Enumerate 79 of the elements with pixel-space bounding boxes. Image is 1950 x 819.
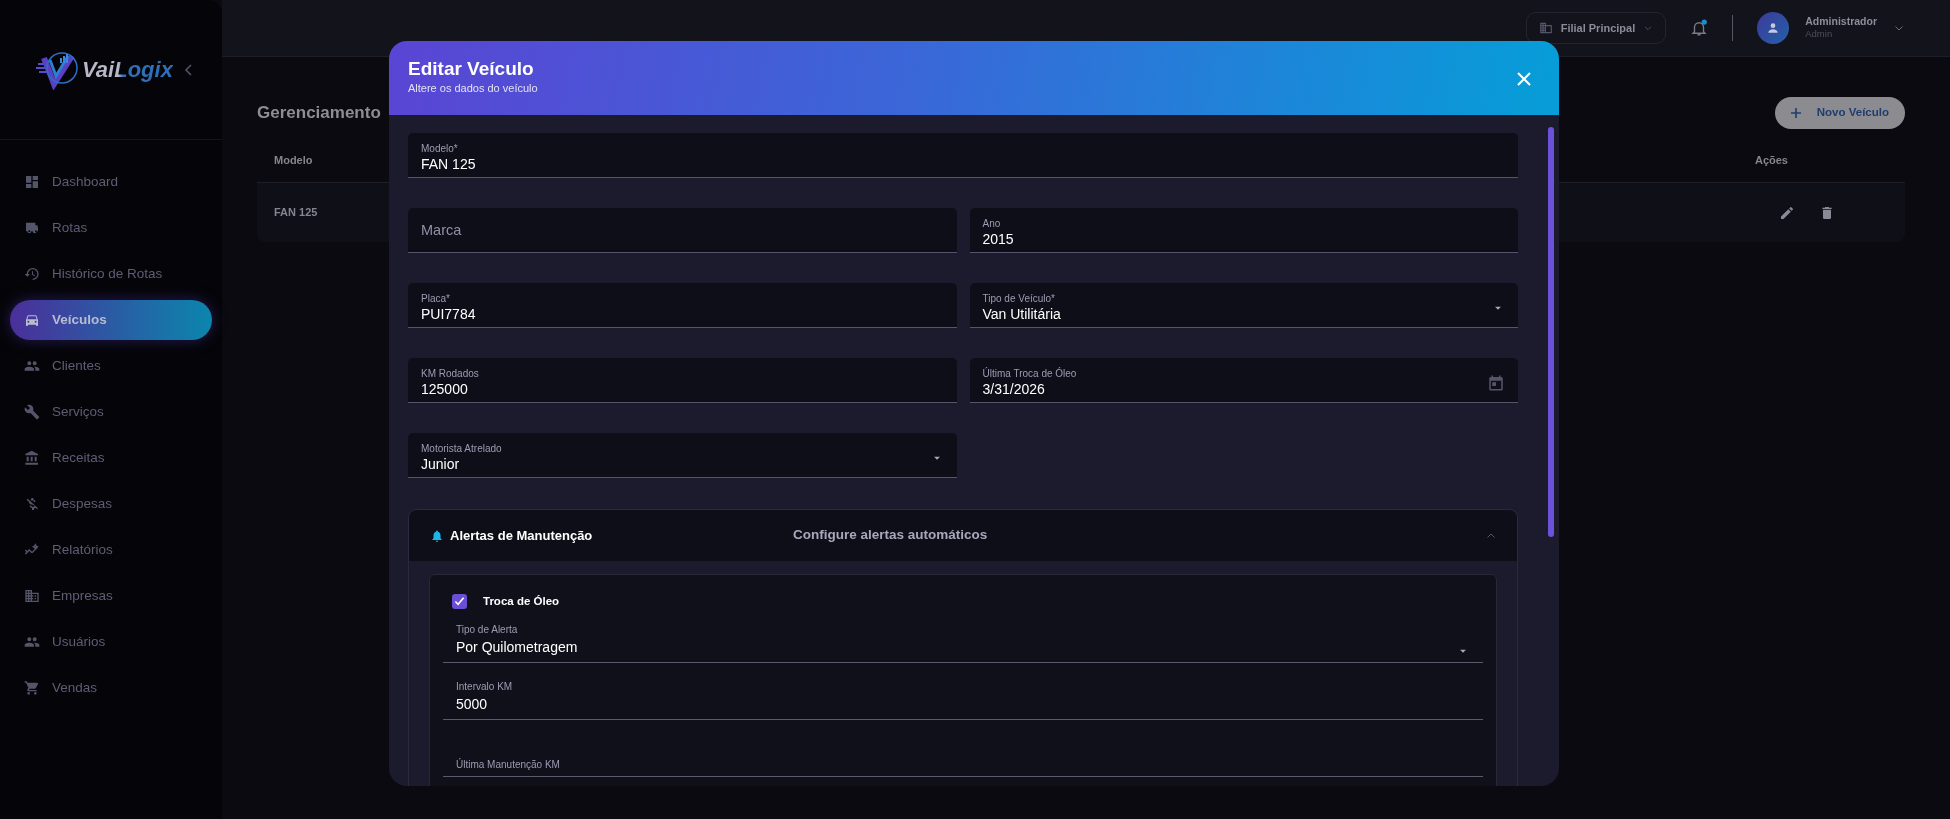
new-vehicle-button[interactable]: Novo Veículo xyxy=(1774,97,1905,129)
checkbox-label: Troca de Óleo xyxy=(483,594,560,609)
input-field[interactable]: Placa* PUI7784 xyxy=(408,283,957,328)
field-value: 125000 xyxy=(421,379,469,399)
chevron-left-icon[interactable] xyxy=(184,63,194,77)
section-subtitle: Configure alertas automáticos xyxy=(793,526,989,545)
input-field[interactable]: Intervalo KM 5000 xyxy=(443,679,1483,721)
user-avatar[interactable] xyxy=(1757,12,1790,44)
date-field[interactable]: Última Troca de Óleo 3/31/2026 xyxy=(969,358,1518,403)
input-field[interactable]: KM Rodados 125000 xyxy=(408,358,957,403)
close-icon xyxy=(1517,71,1531,86)
sidebar-item[interactable]: Dashboard xyxy=(10,162,212,202)
field-label: Tipo de Alerta xyxy=(456,623,519,638)
car-icon xyxy=(24,312,40,328)
user-role: Admin xyxy=(1805,27,1834,42)
field-label: Tipo de Veículo* xyxy=(982,292,1056,305)
pencil-icon[interactable] xyxy=(1779,204,1795,221)
input-field[interactable]: Última Manutenção KM xyxy=(443,736,1483,778)
crossed-dollar-icon xyxy=(24,496,40,512)
field-value: FAN 125 xyxy=(421,154,477,174)
input-field[interactable]: Ano 2015 xyxy=(969,208,1518,253)
sidebar-item[interactable]: Veículos xyxy=(10,300,212,340)
bell-icon xyxy=(430,528,444,543)
sidebar-item[interactable]: Vendas xyxy=(10,668,212,708)
column-header: Ações xyxy=(1754,153,1788,169)
field-value: PUI7784 xyxy=(421,304,477,324)
dashboard-icon xyxy=(24,174,40,190)
sidebar-item[interactable]: Despesas xyxy=(10,484,212,524)
dialog-subtitle: Altere os dados do veículo xyxy=(408,81,538,97)
field-label: Intervalo KM xyxy=(456,680,514,695)
checkbox[interactable] xyxy=(452,594,467,610)
cart-icon xyxy=(24,680,40,696)
building-icon xyxy=(24,588,40,604)
field-value: Van Utilitária xyxy=(982,304,1062,324)
chevron-down-icon xyxy=(1643,23,1654,33)
sidebar-item[interactable]: Usuários xyxy=(10,622,212,662)
logo-icon xyxy=(36,49,78,90)
field-label: KM Rodados xyxy=(421,367,480,380)
truck-icon xyxy=(24,220,40,236)
sidebar-item[interactable]: Rotas xyxy=(10,208,212,248)
trash-icon[interactable] xyxy=(1819,204,1835,221)
bell-icon[interactable] xyxy=(1690,19,1709,37)
people-icon xyxy=(24,634,40,650)
field-value: Junior xyxy=(421,454,461,474)
wrench-icon xyxy=(24,404,40,420)
select-field[interactable]: Tipo de Veículo* Van Utilitária xyxy=(969,283,1518,328)
input-field[interactable]: Marca xyxy=(408,208,957,253)
field-label: Placa* xyxy=(421,292,451,305)
plus-icon xyxy=(1790,108,1801,118)
field-label: Motorista Atrelado xyxy=(421,442,503,455)
table-cell-text: FAN 125 xyxy=(274,205,318,221)
select-field[interactable]: Tipo de Alerta Por Quilometragem xyxy=(443,622,1483,664)
page-title: Gerenciamento xyxy=(257,102,381,124)
field-label: Ano xyxy=(982,217,1002,230)
bank-icon xyxy=(24,450,40,466)
field-label: Última Troca de Óleo xyxy=(982,367,1078,380)
people-icon xyxy=(24,358,40,374)
history-icon xyxy=(24,266,40,282)
input-field[interactable]: Modelo* FAN 125 xyxy=(408,133,1518,178)
field-value: 5000 xyxy=(456,695,489,715)
field-label: Modelo* xyxy=(421,142,459,155)
building-icon xyxy=(1538,21,1553,35)
sidebar-item[interactable]: Histórico de Rotas xyxy=(10,254,212,294)
alerts-accordion-header[interactable]: Alertas de Manutenção Configure alertas automáticos xyxy=(409,510,1517,561)
sidebar-item[interactable]: Empresas xyxy=(10,576,212,616)
field-value: 2015 xyxy=(982,229,1015,249)
select-field[interactable]: Motorista Atrelado Junior xyxy=(408,433,957,478)
calendar-icon[interactable] xyxy=(1487,374,1505,392)
user-name: Administrador xyxy=(1805,14,1877,28)
column-header: Modelo xyxy=(274,153,313,169)
sidebar-item[interactable]: Relatórios xyxy=(10,530,212,570)
field-value: 3/31/2026 xyxy=(982,379,1046,399)
dialog-title: Editar Veículo xyxy=(408,59,535,81)
field-value: Por Quilometragem xyxy=(456,638,579,658)
field-label: Última Manutenção KM xyxy=(456,757,561,773)
sidebar-item[interactable]: Clientes xyxy=(10,346,212,386)
sidebar-item[interactable]: Serviços xyxy=(10,392,212,432)
section-title: Alertas de Manutenção xyxy=(450,526,593,545)
sidebar-item[interactable]: Receitas xyxy=(10,438,212,478)
